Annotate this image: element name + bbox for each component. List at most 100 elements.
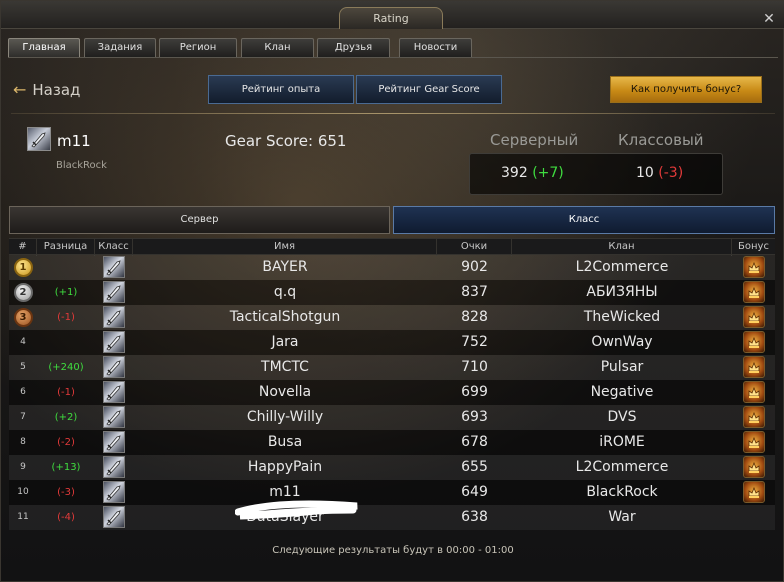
name-cell: Novella bbox=[258, 384, 312, 400]
table-row[interactable]: 7 (+2) Chilly-Willy 693 DVS bbox=[9, 405, 775, 430]
class-cell bbox=[95, 280, 133, 305]
class-cell bbox=[95, 430, 133, 455]
class-rank-label: Классовый bbox=[618, 131, 704, 149]
class-rank-value: 10 (-3) bbox=[636, 165, 683, 181]
table-header: # Разница Класс Имя Очки Клан Бонус bbox=[9, 238, 775, 256]
table-row[interactable]: 9 (+13) HappyPain 655 L2Commerce bbox=[9, 455, 775, 480]
name-cell: Chilly-Willy bbox=[246, 409, 324, 425]
table-row[interactable]: 6 (-1) Novella 699 Negative bbox=[9, 380, 775, 405]
segment-server[interactable]: Сервер bbox=[9, 206, 390, 234]
rank-number: 5 bbox=[20, 362, 26, 372]
rank-number: 7 bbox=[20, 412, 26, 422]
header-diff: Разница bbox=[37, 239, 95, 256]
clan-cell: War bbox=[608, 509, 636, 525]
tab-quests[interactable]: Задания bbox=[84, 38, 156, 58]
bonus-chest-icon[interactable] bbox=[742, 406, 765, 428]
arrow-left-icon: ← bbox=[13, 80, 27, 99]
table-row[interactable]: 10 (-3) m11 649 BlackRock bbox=[9, 480, 775, 505]
segment-class[interactable]: Класс bbox=[393, 206, 775, 234]
table-row[interactable]: 4 Jara 752 OwnWay bbox=[9, 330, 775, 355]
class-cell bbox=[95, 505, 133, 530]
back-button[interactable]: ← Назад bbox=[13, 80, 80, 100]
character-name: m11 bbox=[57, 132, 91, 150]
name-cell: TacticalShotgun bbox=[229, 309, 341, 325]
diff-cell: (-4) bbox=[57, 512, 75, 523]
rank-cell: 11 bbox=[9, 505, 37, 530]
server-rank-value: 392 (+7) bbox=[501, 165, 564, 181]
rank-cell: 3 bbox=[9, 305, 37, 330]
header-divider bbox=[11, 113, 775, 114]
gold-medal-icon: 1 bbox=[13, 258, 33, 277]
bonus-cell bbox=[732, 380, 775, 405]
tab-clan[interactable]: Клан bbox=[241, 38, 314, 58]
bonus-cell bbox=[732, 480, 775, 505]
dagger-class-icon bbox=[103, 381, 125, 403]
dagger-class-icon bbox=[103, 406, 125, 428]
dagger-class-icon bbox=[103, 506, 125, 528]
clan-cell: iROME bbox=[599, 434, 645, 450]
name-cell: m11 bbox=[269, 484, 301, 500]
tab-friends[interactable]: Друзья bbox=[317, 38, 390, 58]
tab-news[interactable]: Новости bbox=[399, 38, 472, 58]
diff-cell: (+2) bbox=[54, 412, 78, 423]
bonus-chest-icon[interactable] bbox=[742, 431, 765, 453]
name-cell: Busa bbox=[267, 434, 303, 450]
header-score: Очки bbox=[437, 239, 512, 256]
rank-number: 9 bbox=[20, 462, 26, 472]
tab-main[interactable]: Главная bbox=[8, 38, 80, 58]
class-cell bbox=[95, 480, 133, 505]
score-cell: 902 bbox=[461, 259, 488, 275]
class-cell bbox=[95, 380, 133, 405]
exp-rating-button[interactable]: Рейтинг опыта bbox=[208, 75, 354, 104]
header-name: Имя bbox=[133, 239, 437, 256]
class-cell bbox=[95, 405, 133, 430]
bonus-chest-icon[interactable] bbox=[742, 356, 765, 378]
bonus-cell bbox=[732, 430, 775, 455]
table-row[interactable]: 8 (-2) Busa 678 iROME bbox=[9, 430, 775, 455]
table-row[interactable]: 1 BAYER 902 L2Commerce bbox=[9, 255, 775, 280]
bonus-chest-icon[interactable] bbox=[742, 381, 765, 403]
table-row[interactable]: 11 (-4) DataSlayer 638 War bbox=[9, 505, 775, 530]
class-rank-delta: (-3) bbox=[658, 165, 684, 181]
diff-cell: (-2) bbox=[57, 437, 75, 448]
dagger-class-icon bbox=[103, 356, 125, 378]
tab-divider bbox=[8, 57, 778, 58]
back-label: Назад bbox=[32, 81, 81, 99]
table-row[interactable]: 3 (-1) TacticalShotgun 828 TheWicked bbox=[9, 305, 775, 330]
bonus-chest-icon[interactable] bbox=[742, 306, 765, 328]
header-bonus: Бонус bbox=[738, 241, 769, 252]
close-icon[interactable]: ✕ bbox=[761, 11, 777, 27]
gear-score-rating-button[interactable]: Рейтинг Gear Score bbox=[356, 75, 502, 104]
table-row[interactable]: 2 (+1) q.q 837 АБИЗЯНЫ bbox=[9, 280, 775, 305]
clan-cell: АБИЗЯНЫ bbox=[586, 284, 658, 300]
window-title: Rating bbox=[373, 12, 409, 25]
clan-cell: L2Commerce bbox=[575, 459, 669, 475]
rank-cell: 2 bbox=[9, 280, 37, 305]
bonus-chest-icon[interactable] bbox=[742, 281, 765, 303]
dagger-class-icon bbox=[103, 331, 125, 353]
score-cell: 828 bbox=[461, 309, 488, 325]
name-cell: BAYER bbox=[262, 259, 308, 275]
how-to-get-bonus-button[interactable]: Как получить бонус? bbox=[610, 76, 762, 103]
tab-region[interactable]: Регион bbox=[159, 38, 237, 58]
class-cell bbox=[95, 355, 133, 380]
bonus-chest-icon[interactable] bbox=[742, 256, 765, 278]
score-cell: 752 bbox=[461, 334, 488, 350]
score-cell: 649 bbox=[461, 484, 488, 500]
bonus-chest-icon[interactable] bbox=[742, 481, 765, 503]
table-body: 1 BAYER 902 L2Commerce 2 (+1) q.q 837 АБИЗЯНЫ 3 (-… bbox=[9, 255, 775, 530]
next-results-note: Следующие результаты будут в 00:00 - 01:… bbox=[272, 545, 514, 556]
clan-cell: OwnWay bbox=[591, 334, 653, 350]
rank-cell: 6 bbox=[9, 380, 37, 405]
rating-table: # Разница Класс Имя Очки Клан Бонус 1 BAY… bbox=[9, 238, 775, 530]
clan-cell: L2Commerce bbox=[575, 259, 669, 275]
dagger-class-icon bbox=[103, 456, 125, 478]
bonus-chest-icon[interactable] bbox=[742, 331, 765, 353]
class-cell bbox=[95, 305, 133, 330]
bonus-chest-icon[interactable] bbox=[742, 456, 765, 478]
rank-cell: 10 bbox=[9, 480, 37, 505]
class-rank-number: 10 bbox=[636, 165, 654, 181]
table-row[interactable]: 5 (+240) TMCTC 710 Pulsar bbox=[9, 355, 775, 380]
score-cell: 693 bbox=[461, 409, 488, 425]
dagger-class-icon bbox=[103, 256, 125, 278]
